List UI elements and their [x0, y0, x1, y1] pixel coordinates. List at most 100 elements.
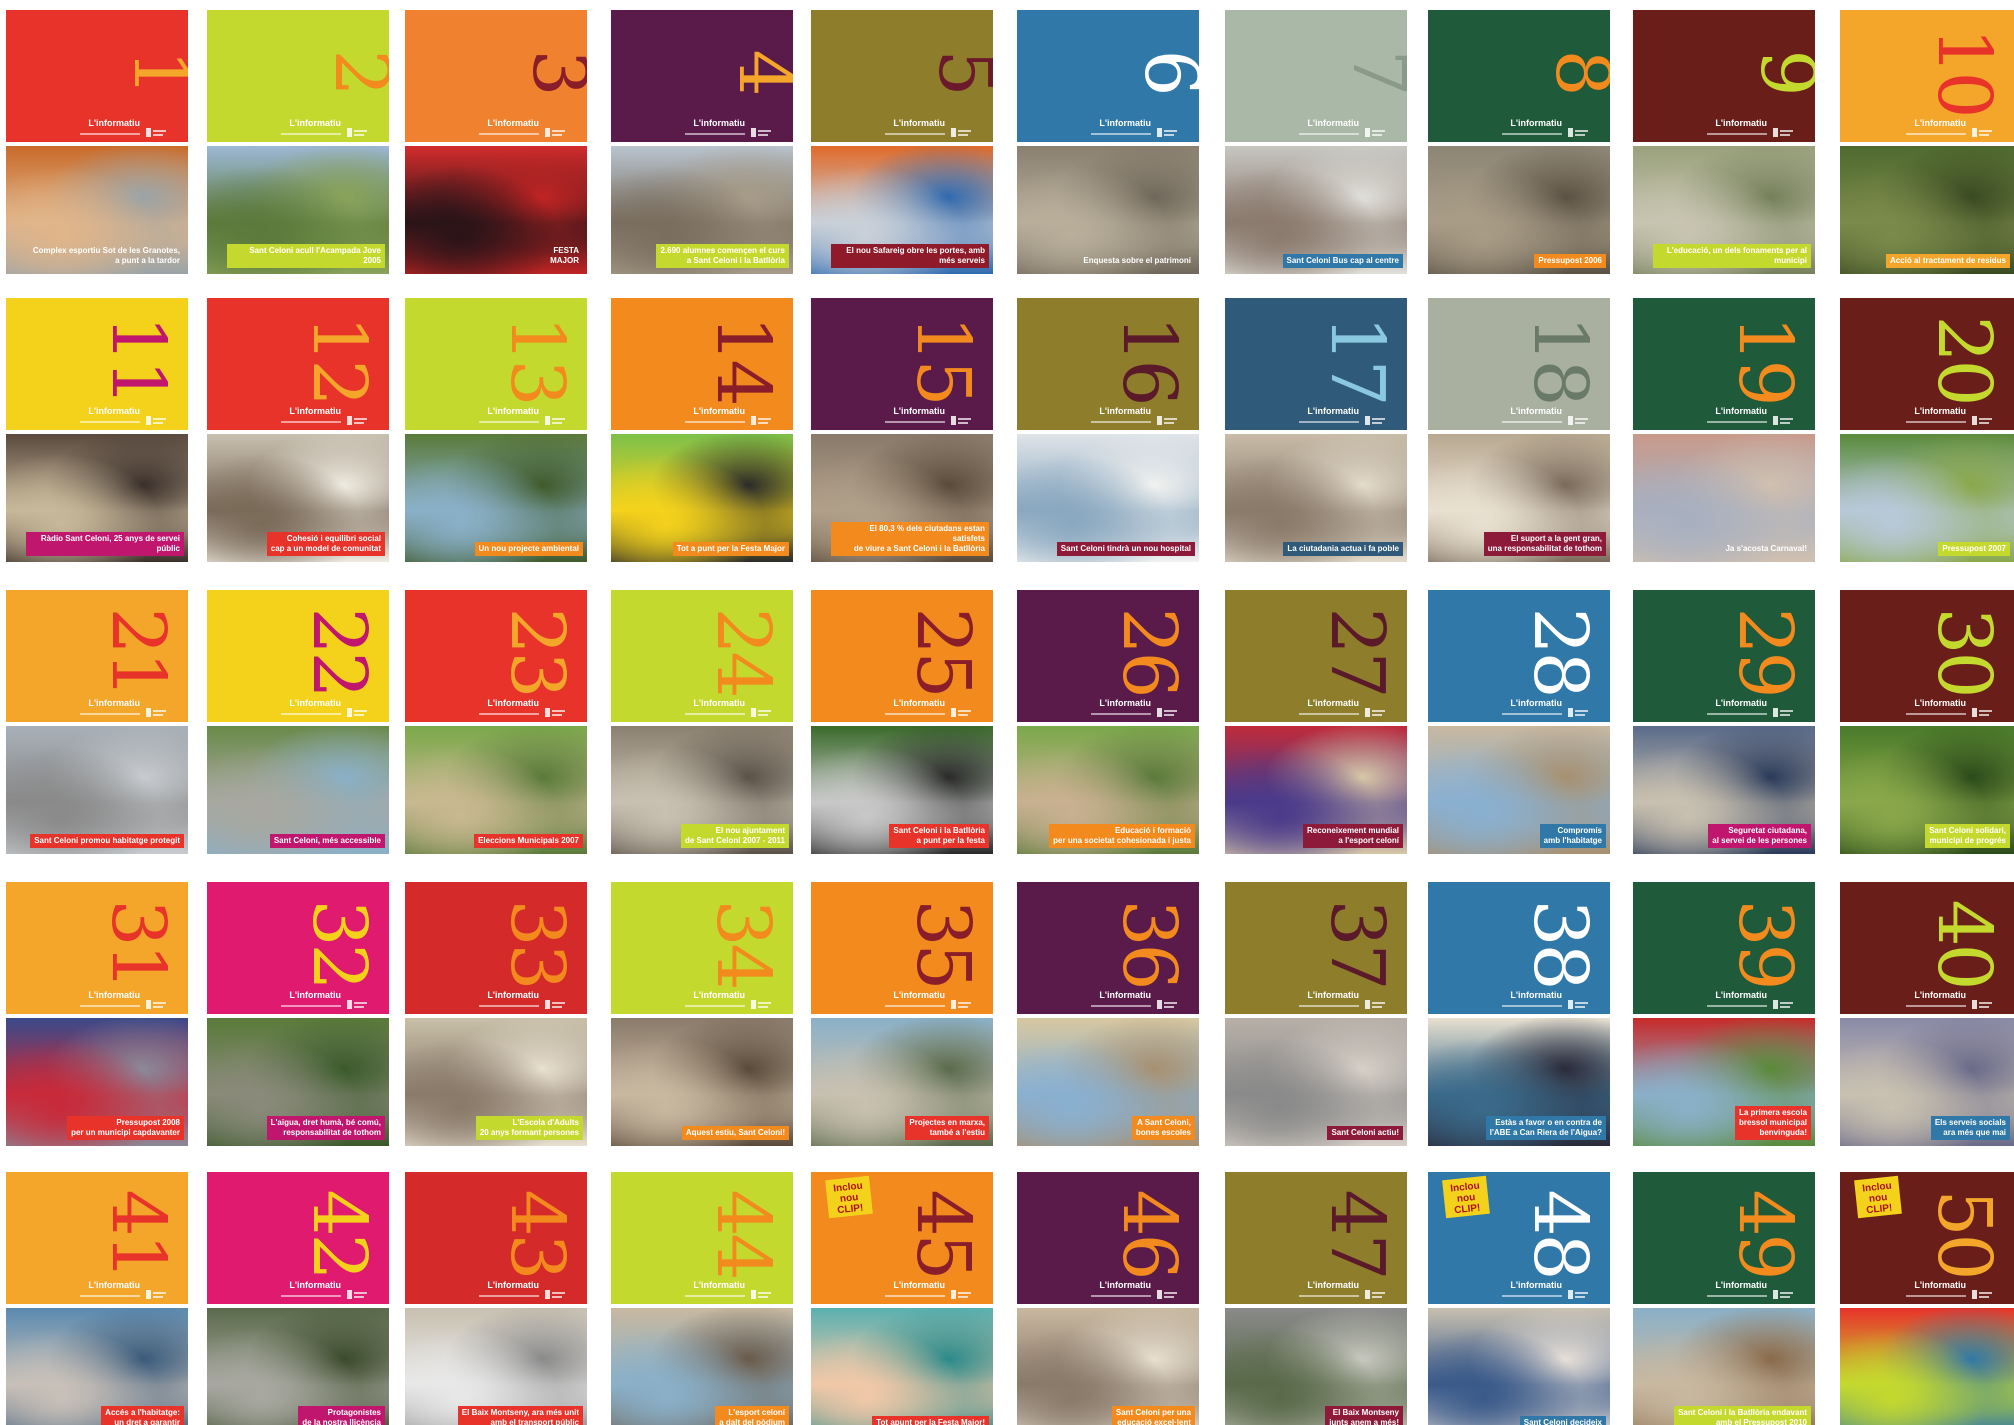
brand-subtitle-line — [479, 1005, 539, 1007]
cover-31[interactable]: 31 L'informatiu Pressupost 2008 per un mun… — [6, 882, 188, 1150]
brand-title: L'informatiu — [893, 1280, 945, 1290]
cover-header: 12 L'informatiu — [207, 298, 389, 430]
cover-18[interactable]: 18 L'informatiu El suport a la gent gran, … — [1428, 298, 1610, 566]
cover-headline: Sant Celoni i la Batllòria endavant amb … — [1674, 1406, 1811, 1425]
issue-number: 28 — [1516, 607, 1603, 696]
cover-37[interactable]: 37 L'informatiu Sant Celoni actiu! — [1225, 882, 1407, 1150]
cover-23[interactable]: 23 L'informatiu Eleccions Municipals 2007 — [405, 590, 587, 858]
brand-subtitle-line — [1906, 133, 1966, 135]
cover-header: 42 L'informatiu — [207, 1172, 389, 1304]
cover-20[interactable]: 20 L'informatiu Pressupost 2007 — [1840, 298, 2014, 566]
cover-48[interactable]: 48 L'informatiu Inclou nou CLIP! Sant Celon… — [1428, 1172, 1610, 1425]
cover-35[interactable]: 35 L'informatiu Projectes en marxa, també … — [811, 882, 993, 1150]
cover-7[interactable]: 7 L'informatiu Sant Celoni Bus cap al cent… — [1225, 10, 1407, 278]
cover-headline: Acció al tractament de residus — [1885, 254, 2010, 268]
cover-27[interactable]: 27 L'informatiu Reconeixement mundial a l'… — [1225, 590, 1407, 858]
issue-number: 21 — [94, 607, 181, 696]
cover-30[interactable]: 30 L'informatiu Sant Celoni solidari, muni… — [1840, 590, 2014, 858]
cover-9[interactable]: 9 L'informatiu L'educació, un dels fonamen… — [1633, 10, 1815, 278]
cover-1[interactable]: 1 L'informatiu Complex esportiu Sot de les… — [6, 10, 188, 278]
brand-title: L'informatiu — [1099, 990, 1151, 1000]
cover-8[interactable]: 8 L'informatiu Pressupost 2006 — [1428, 10, 1610, 278]
brand-subtitle-line — [1707, 133, 1767, 135]
sticky-note: Inclou nou CLIP! — [1854, 1175, 1902, 1219]
cover-11[interactable]: 11 L'informatiu Ràdio Sant Celoni, 25 anys… — [6, 298, 188, 566]
cover-13[interactable]: 13 L'informatiu Un nou projecte ambiental — [405, 298, 587, 566]
cover-46[interactable]: 46 L'informatiu Sant Celoni per una educac… — [1017, 1172, 1199, 1425]
municipal-seal-icon — [1365, 704, 1385, 717]
cover-42[interactable]: 42 L'informatiu Protagonistes de la nostra… — [207, 1172, 389, 1425]
cover-photo: El suport a la gent gran, una responsabi… — [1428, 434, 1610, 562]
brand-subtitle-line — [1299, 713, 1359, 715]
issue-number: 14 — [699, 315, 786, 404]
cover-14[interactable]: 14 L'informatiu Tot a punt per la Festa Ma… — [611, 298, 793, 566]
cover-photo: Els serveis socials ara més que mai — [1840, 1018, 2014, 1146]
cover-38[interactable]: 38 L'informatiu Estàs a favor o en contra … — [1428, 882, 1610, 1150]
municipal-seal-icon — [1568, 124, 1588, 137]
municipal-seal-icon — [1773, 124, 1793, 137]
cover-10[interactable]: 10 L'informatiu Acció al tractament de res… — [1840, 10, 2014, 278]
cover-2[interactable]: 2 L'informatiu Sant Celoni acull l'Acampad… — [207, 10, 389, 278]
cover-22[interactable]: 22 L'informatiu Sant Celoni, més accessibl… — [207, 590, 389, 858]
municipal-seal-icon — [545, 124, 565, 137]
cover-17[interactable]: 17 L'informatiu La ciutadania actua i fa p… — [1225, 298, 1407, 566]
cover-21[interactable]: 21 L'informatiu Sant Celoni promou habitat… — [6, 590, 188, 858]
cover-24[interactable]: 24 L'informatiu El nou ajuntament de Sant … — [611, 590, 793, 858]
cover-33[interactable]: 33 L'informatiu L'Escola d'Adults 20 anys … — [405, 882, 587, 1150]
cover-16[interactable]: 16 L'informatiu Sant Celoni tindrà un nou … — [1017, 298, 1199, 566]
cover-5[interactable]: 5 L'informatiu El nou Safareig obre les po… — [811, 10, 993, 278]
cover-photo: Eleccions Municipals 2007 — [405, 726, 587, 854]
cover-28[interactable]: 28 L'informatiu Compromís amb l'habitatge — [1428, 590, 1610, 858]
cover-29[interactable]: 29 L'informatiu Seguretat ciutadana, al se… — [1633, 590, 1815, 858]
brand-subtitle-line — [1299, 133, 1359, 135]
cover-34[interactable]: 34 L'informatiu Aquest estiu, Sant Celoni! — [611, 882, 793, 1150]
cover-19[interactable]: 19 L'informatiu Ja s'acosta Carnaval! — [1633, 298, 1815, 566]
cover-26[interactable]: 26 L'informatiu Educació i formació per un… — [1017, 590, 1199, 858]
cover-43[interactable]: 43 L'informatiu El Baix Montseny, ara més … — [405, 1172, 587, 1425]
cover-32[interactable]: 32 L'informatiu L'aigua, dret humà, bé com… — [207, 882, 389, 1150]
municipal-seal-icon — [951, 412, 971, 425]
issue-number: 39 — [1721, 899, 1808, 988]
cover-headline: El nou ajuntament de Sant Celoni 2007 - … — [680, 824, 789, 848]
cover-headline: Reconeixement mundial a l'esport celoní — [1302, 824, 1403, 848]
municipal-seal-icon — [1972, 124, 1992, 137]
cover-49[interactable]: 49 L'informatiu Sant Celoni i la Batllòria… — [1633, 1172, 1815, 1425]
cover-25[interactable]: 25 L'informatiu Sant Celoni i la Batllòria… — [811, 590, 993, 858]
cover-50[interactable]: 50 L'informatiu Inclou nou CLIP! — [1840, 1172, 2014, 1425]
cover-photo: Acció al tractament de residus — [1840, 146, 2014, 274]
cover-3[interactable]: 3 L'informatiu FESTA MAJOR — [405, 10, 587, 278]
issue-number: 49 — [1721, 1189, 1808, 1278]
cover-photo: Tot a punt per la Festa Major — [611, 434, 793, 562]
brand-subtitle-line — [281, 421, 341, 423]
cover-headline: Educació i formació per una societat coh… — [1049, 824, 1195, 848]
municipal-seal-icon — [1773, 704, 1793, 717]
brand-subtitle-line — [80, 713, 140, 715]
cover-40[interactable]: 40 L'informatiu Els serveis socials ara mé… — [1840, 882, 2014, 1150]
brand-title: L'informatiu — [88, 990, 140, 1000]
cover-header: 1 L'informatiu — [6, 10, 188, 142]
cover-header: 24 L'informatiu — [611, 590, 793, 722]
brand-subtitle-line — [80, 421, 140, 423]
municipal-seal-icon — [146, 412, 166, 425]
cover-36[interactable]: 36 L'informatiu A Sant Celoni, bones escol… — [1017, 882, 1199, 1150]
municipal-seal-icon — [545, 704, 565, 717]
municipal-seal-icon — [1365, 996, 1385, 1009]
cover-12[interactable]: 12 L'informatiu Cohesió i equilibri social… — [207, 298, 389, 566]
cover-45[interactable]: 45 L'informatiu Inclou nou CLIP! Tot apunt … — [811, 1172, 993, 1425]
cover-headline: Seguretat ciutadana, al servei de les pe… — [1708, 824, 1811, 848]
cover-photo: L'educació, un dels fonaments per al mun… — [1633, 146, 1815, 274]
cover-15[interactable]: 15 L'informatiu El 80,3 % dels ciutadans e… — [811, 298, 993, 566]
cover-39[interactable]: 39 L'informatiu La primera escola bressol … — [1633, 882, 1815, 1150]
cover-headline: Ràdio Sant Celoni, 25 anys de servei púb… — [26, 532, 184, 556]
cover-47[interactable]: 47 L'informatiu El Baix Montseny junts ane… — [1225, 1172, 1407, 1425]
cover-4[interactable]: 4 L'informatiu 2.690 alumnes començen el c… — [611, 10, 793, 278]
brand-title: L'informatiu — [88, 1280, 140, 1290]
cover-headline: Sant Celoni Bus cap al centre — [1282, 254, 1403, 268]
cover-headline: Sant Celoni solidari, municipi de progré… — [1925, 824, 2010, 848]
cover-photo: A Sant Celoni, bones escoles — [1017, 1018, 1199, 1146]
brand-title: L'informatiu — [289, 698, 341, 708]
cover-6[interactable]: 6 L'informatiu Enquesta sobre el patrimoni — [1017, 10, 1199, 278]
cover-44[interactable]: 44 L'informatiu L'esport celoní a dalt del… — [611, 1172, 793, 1425]
cover-41[interactable]: 41 L'informatiu Accés a l'habitatge: un dr… — [6, 1172, 188, 1425]
cover-photo: Sant Celoni solidari, municipi de progré… — [1840, 726, 2014, 854]
